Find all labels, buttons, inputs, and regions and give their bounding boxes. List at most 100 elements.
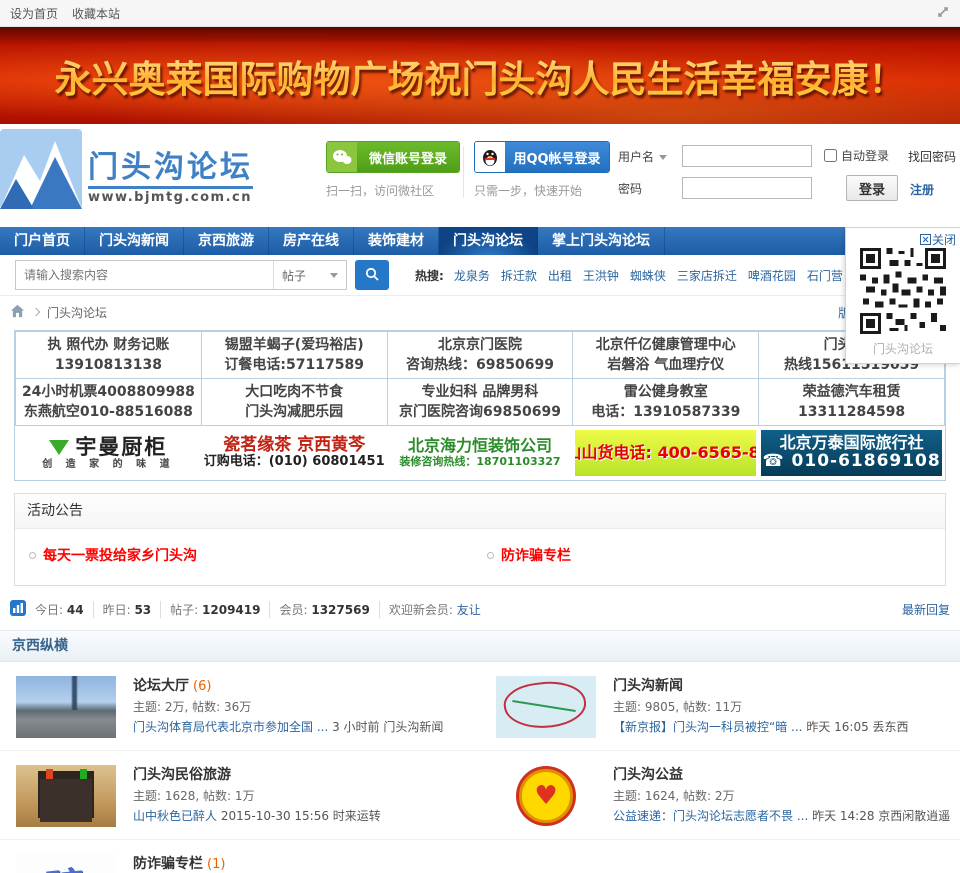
ad-cell[interactable]: 大口吃肉不节食 门头沟减肥乐园 <box>200 378 388 426</box>
register-link[interactable]: 注册 <box>910 181 934 198</box>
classified-ads-table: 执 照代办 财务记账 13910813138 锡盟羊蝎子(爱玛裕店) 订餐电话:57… <box>15 331 945 426</box>
hot-search-link[interactable]: 王洪钟 <box>583 267 619 284</box>
ad-banner-travel-agency[interactable]: 北京万泰国际旅行社 ☎ 010-61869108 <box>761 430 942 476</box>
nav-item-mobile[interactable]: 掌上门头沟论坛 <box>538 227 665 255</box>
forum-image-news[interactable] <box>496 676 596 738</box>
forum-link-hall[interactable]: 论坛大厅 <box>133 678 189 694</box>
ad-banner-tea[interactable]: 瓷茗缘茶 京西黄芩 订购电话：(010) 60801451 <box>203 430 385 476</box>
hot-search-link[interactable]: 啤酒花园 <box>748 267 796 284</box>
site-url: www.bjmtg.com.cn <box>88 186 253 205</box>
announcements-title: 活动公告 <box>15 494 945 529</box>
favorite-link[interactable]: 收藏本站 <box>72 5 120 22</box>
page: 设为首页 收藏本站 永兴奥莱国际购物广场祝门头沟人民生活幸福安康！ 门头沟论坛 … <box>0 0 960 873</box>
forum-link-antifraud[interactable]: 防诈骗专栏 <box>133 856 203 872</box>
latest-replies-link[interactable]: 最新回复 <box>902 601 950 618</box>
nav-item-news[interactable]: 门头沟新闻 <box>85 227 184 255</box>
breadcrumb-current[interactable]: 门头沟论坛 <box>47 304 107 321</box>
hot-search-link[interactable]: 龙泉务 <box>454 267 490 284</box>
search-input[interactable] <box>16 261 273 289</box>
wechat-icon <box>327 142 357 172</box>
announcements-panel: 活动公告 每天一票投给家乡门头沟 防诈骗专栏 <box>14 493 946 586</box>
qq-login-button[interactable]: 用QQ帐号登录 <box>474 141 610 173</box>
nav-item-forum[interactable]: 门头沟论坛 <box>439 227 538 255</box>
category-dropdown-arrow <box>330 272 338 278</box>
forum-stats: 主题: 9805, 帖数: 11万 <box>613 700 743 714</box>
announcement-link-vote[interactable]: 每天一票投给家乡门头沟 <box>43 545 197 565</box>
breadcrumb: 门头沟论坛 版主继续招聘,欢迎加 <box>0 296 960 328</box>
forum-cell-charity: ♥ 门头沟公益 主题: 1624, 帖数: 2万 公益速递：门头沟论坛志愿者不畏… <box>480 765 960 827</box>
hot-search-link[interactable]: 出租 <box>548 267 572 284</box>
auto-login-option: 自动登录 <box>824 147 889 164</box>
hot-search-link[interactable]: 蜘蛛侠 <box>630 267 666 284</box>
stat-today: 今日: 44 <box>26 600 94 618</box>
ad-banner-decoration[interactable]: 北京海力恒装饰公司 装修咨询热线：18701103327 <box>389 430 571 476</box>
forum-new-count: (6) <box>193 679 212 694</box>
password-input[interactable] <box>682 177 812 199</box>
announcement-link-antifraud[interactable]: 防诈骗专栏 <box>501 545 571 565</box>
forum-link-charity[interactable]: 门头沟公益 <box>613 767 683 783</box>
forum-image-folk-travel[interactable] <box>16 765 116 827</box>
ad-banner-kitchen[interactable]: 宇曼厨柜 创 造 家 的 味 道 <box>18 430 199 476</box>
fullscreen-icon[interactable] <box>936 5 950 22</box>
wechat-login-block: 微信账号登录 扫一扫，访问微社区 <box>326 141 466 199</box>
nav-item-decoration[interactable]: 装饰建材 <box>354 227 439 255</box>
ad-cell[interactable]: 荣益德汽车租赁 13311284598 <box>758 378 945 426</box>
ad-banner-strip: 宇曼厨柜 创 造 家 的 味 道 瓷茗缘茶 京西黄芩 订购电话：(010) 60… <box>15 426 945 480</box>
new-member-link[interactable]: 友让 <box>457 603 481 617</box>
last-post-link[interactable]: 门头沟体育局代表北京市参加全国 ... <box>133 720 328 734</box>
announcements-body: 每天一票投给家乡门头沟 防诈骗专栏 <box>15 529 945 585</box>
ad-banner-mountain-goods[interactable]: 大山山货电话: 400-6565-898 <box>575 430 757 476</box>
site-logo[interactable]: 门头沟论坛 www.bjmtg.com.cn <box>0 129 253 213</box>
nav-item-portal[interactable]: 门户首页 <box>0 227 85 255</box>
forum-cell-hall: 论坛大厅 (6) 主题: 2万, 帖数: 36万 门头沟体育局代表北京市参加全国 … <box>0 676 480 738</box>
heart-icon: ♥ <box>519 769 573 823</box>
nav-item-travel[interactable]: 京西旅游 <box>184 227 269 255</box>
username-dropdown-arrow <box>659 154 668 160</box>
hot-search-link[interactable]: 拆迁款 <box>501 267 537 284</box>
forum-image-charity[interactable]: ♥ <box>496 765 596 827</box>
ad-cell[interactable]: 锡盟羊蝎子(爱玛裕店) 订餐电话:57117589 <box>200 331 388 379</box>
classified-ads-box: 执 照代办 财务记账 13910813138 锡盟羊蝎子(爱玛裕店) 订餐电话:57… <box>14 330 946 481</box>
forum-link-news[interactable]: 门头沟新闻 <box>613 678 683 694</box>
logo-mountain-icon <box>0 129 82 213</box>
last-post-meta: 昨天 14:28 京西闲散逍遥客 <box>812 809 950 823</box>
home-icon[interactable] <box>10 304 25 321</box>
nav-item-realestate[interactable]: 房产在线 <box>269 227 354 255</box>
search-category-dropdown[interactable]: 帖子 <box>273 261 346 289</box>
wechat-login-button[interactable]: 微信账号登录 <box>326 141 460 173</box>
section-header-jingxi[interactable]: 京西纵横 <box>0 630 960 662</box>
search-button[interactable] <box>355 260 389 290</box>
qr-close-button[interactable]: 关闭 <box>919 231 956 248</box>
ad-cell[interactable]: 专业妇科 品牌男科 京门医院咨询69850699 <box>386 378 574 426</box>
forum-list: 论坛大厅 (6) 主题: 2万, 帖数: 36万 门头沟体育局代表北京市参加全国 … <box>0 662 960 873</box>
login-button[interactable]: 登录 <box>846 175 898 201</box>
last-post-link[interactable]: 公益速递：门头沟论坛志愿者不畏 ... <box>613 809 808 823</box>
fraud-glyph: 骗 <box>43 854 89 873</box>
last-post-meta: 2015-10-30 15:56 时来运转 <box>220 809 381 823</box>
breadcrumb-chevron-icon <box>31 307 41 317</box>
username-input[interactable] <box>682 145 812 167</box>
ad-cell[interactable]: 雷公健身教室 电话：13910587339 <box>572 378 760 426</box>
find-password-link[interactable]: 找回密码 <box>908 148 956 165</box>
password-label: 密码 <box>618 181 643 196</box>
stat-welcome: 欢迎新会员: 友让 <box>388 602 481 617</box>
hot-search-link[interactable]: 三家店拆迁 <box>677 267 737 284</box>
set-home-link[interactable]: 设为首页 <box>10 5 58 22</box>
ad-cell[interactable]: 北京京门医院 咨询热线：69850699 <box>386 331 574 379</box>
forum-cell-antifraud: 骗 防诈骗专栏(1) 主题: 24, 帖数: 33 老人贫血如何通过饮食改善vd… <box>0 854 480 873</box>
username-label[interactable]: 用户名 <box>618 148 682 165</box>
forum-image-hall[interactable] <box>16 676 116 738</box>
ad-cell[interactable]: 24小时机票4008809988 东燕航空010-88516088 <box>15 378 202 426</box>
forum-link-folk-travel[interactable]: 门头沟民俗旅游 <box>133 767 231 783</box>
table-row: 24小时机票4008809988 东燕航空010-88516088 大口吃肉不节食… <box>15 378 945 426</box>
last-post-link[interactable]: 山中秋色已醉人 <box>133 809 217 823</box>
auto-login-checkbox[interactable] <box>824 149 837 162</box>
auto-login-label: 自动登录 <box>841 149 890 163</box>
last-post-link[interactable]: 【新京报】门头沟一科员被控“暗 ... <box>613 720 802 734</box>
ad-cell[interactable]: 北京仟亿健康管理中心 岩磐浴 气血理疗仪 <box>572 331 760 379</box>
forum-image-antifraud[interactable]: 骗 <box>16 854 116 873</box>
top-ad-banner[interactable]: 永兴奥莱国际购物广场祝门头沟人民生活幸福安康！ <box>0 27 960 124</box>
ad-cell[interactable]: 执 照代办 财务记账 13910813138 <box>15 331 202 379</box>
forum-new-count: (1) <box>207 857 226 872</box>
hot-search-link[interactable]: 石门营 <box>807 267 843 284</box>
